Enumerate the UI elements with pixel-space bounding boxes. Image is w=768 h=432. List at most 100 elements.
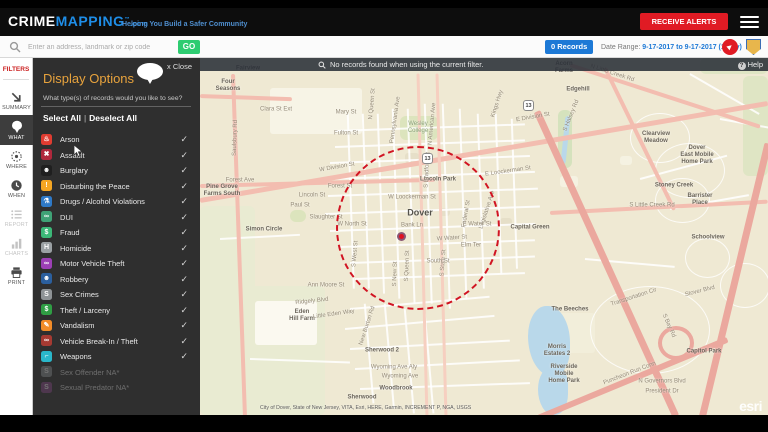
select-all-link[interactable]: Select All [43, 113, 81, 123]
weapons-icon: ⌐ [41, 351, 52, 362]
fraud-icon: $ [41, 227, 52, 238]
checkmark-icon: ✓ [180, 274, 188, 285]
map-label: Four Seasons [216, 79, 241, 93]
select-controls: Select All|Deselect All [43, 113, 137, 123]
share-icon[interactable]: ► [722, 39, 738, 55]
checkmark-icon: ✓ [180, 320, 188, 331]
esri-logo: esri [739, 398, 762, 414]
crime-row-vandalism[interactable]: ✎ Vandalism ✓ [33, 318, 200, 334]
close-panel-button[interactable]: x Close [167, 62, 192, 71]
no-records-message: No records found when using the current … [330, 58, 483, 71]
crime-row-weapons[interactable]: ⌐ Weapons ✓ [33, 349, 200, 365]
crime-row-dui[interactable]: ∞DUI✓ [33, 210, 200, 226]
checkmark-icon: ✓ [180, 243, 188, 254]
balloon-icon [0, 120, 33, 134]
balloon-icon [137, 63, 163, 83]
police-badge-icon[interactable] [746, 39, 761, 55]
sidebar-item-when[interactable]: WHEN [0, 174, 33, 203]
address-search-input[interactable] [26, 40, 166, 54]
homicide-icon: H [41, 242, 52, 253]
crime-label: Theft / Larceny [60, 306, 110, 315]
display-options-panel: x Close Display Options What type(s) of … [33, 58, 200, 415]
filters-heading: FILTERS [0, 58, 32, 73]
park-area [200, 206, 255, 301]
go-button[interactable]: GO [178, 40, 200, 54]
minor-street [404, 309, 415, 414]
map-label: Kings Hwy [490, 89, 506, 118]
checkmark-icon: ✓ [180, 305, 188, 316]
checkmark-icon: ✓ [180, 134, 188, 145]
crime-row-assault[interactable]: ✖Assault✓ [33, 148, 200, 164]
printer-icon [0, 266, 33, 279]
motor-vehicle-theft-icon: ∞ [41, 258, 52, 269]
map-attribution: City of Dover, State of New Jersey, VITA… [260, 405, 471, 411]
vandalism-icon: ✎ [41, 320, 52, 331]
minor-street [350, 340, 510, 350]
crimemapping-app: CRIMEMAPPING™.com Helping You Build a Sa… [0, 0, 768, 432]
vehicle-break-in-theft-icon: ∞ [41, 335, 52, 346]
map-canvas[interactable]: FairviewFour SeasonsAcorn FarmsEdgehillC… [200, 58, 768, 415]
sidebar-item-label: WHEN [0, 193, 33, 199]
sidebar-item-print[interactable]: PRINT [0, 261, 33, 290]
search-center-marker [397, 232, 406, 241]
sidebar-item-label: WHERE [0, 164, 33, 170]
crime-label: Sex Offender NA* [60, 368, 119, 377]
checkmark-icon: ✓ [180, 289, 188, 300]
deselect-all-link[interactable]: Deselect All [89, 113, 137, 123]
map-label: Paul St [290, 202, 309, 209]
crime-row-arson[interactable]: ♨Arson✓ [33, 132, 200, 148]
arrow-summary-icon [0, 91, 33, 104]
sidebar-item-label: CHARTS [0, 251, 33, 257]
receive-alerts-button[interactable]: RECEIVE ALERTS [640, 13, 728, 30]
crime-label: Vandalism [60, 321, 94, 330]
search-bar: GO 0 Records Date Range: 9-17-2017 to 9-… [0, 36, 768, 58]
sidebar-item-what[interactable]: WHAT [0, 115, 33, 145]
highway-shield: 13 [523, 100, 534, 111]
highway-ramp [658, 326, 694, 360]
search-icon [9, 41, 21, 53]
records-count-badge: 0 Records [545, 40, 593, 54]
crime-row-drugs-alcohol-violations[interactable]: ⚗Drugs / Alcohol Violations✓ [33, 194, 200, 210]
sidebar-item-summary[interactable]: SUMMARY [0, 86, 33, 115]
checkmark-icon: ✓ [180, 336, 188, 347]
help-link[interactable]: ?Help [738, 58, 763, 71]
crime-row-robbery[interactable]: ☻Robbery✓ [33, 272, 200, 288]
map-label: Lincoln St [299, 192, 325, 199]
assault-icon: ✖ [41, 149, 52, 160]
crime-row-disturbing-the-peace[interactable]: !Disturbing the Peace✓ [33, 179, 200, 195]
checkmark-icon: ✓ [180, 258, 188, 269]
app-header: CRIMEMAPPING™.com Helping You Build a Sa… [0, 8, 768, 36]
sidebar-item-report[interactable]: REPORT [0, 203, 33, 232]
crime-row-fraud[interactable]: $Fraud✓ [33, 225, 200, 241]
crime-label: Vehicle Break-In / Theft [60, 337, 138, 346]
sexual-predator-na-icon: S [41, 382, 52, 393]
crime-row-homicide[interactable]: H Homicide ✓ [33, 241, 200, 257]
checkmark-icon: ✓ [180, 150, 188, 161]
crime-row-sex-crimes[interactable]: SSex Crimes✓ [33, 287, 200, 303]
crime-row-burglary[interactable]: ☻Burglary✓ [33, 163, 200, 179]
menu-icon[interactable] [740, 16, 759, 28]
crime-label: DUI [60, 213, 73, 222]
minor-street [355, 359, 520, 369]
crime-label: Weapons [60, 352, 92, 361]
drugs-alcohol-violations-icon: ⚗ [41, 196, 52, 207]
sidebar-item-where[interactable]: WHERE [0, 145, 33, 174]
sex-crimes-icon: S [41, 289, 52, 300]
sex-offender-na-icon: S [41, 366, 52, 377]
date-range[interactable]: Date Range: 9-17-2017 to 9-17-2017 (1 Da… [601, 44, 742, 51]
crime-label: Robbery [60, 275, 88, 284]
checkmark-icon: ✓ [180, 351, 188, 362]
crime-row-sex-offender-na[interactable]: S Sex Offender NA* [33, 365, 200, 381]
crime-row-theft-larceny[interactable]: $Theft / Larceny✓ [33, 303, 200, 319]
mouse-cursor [73, 144, 83, 158]
crime-row-sexual-predator-na[interactable]: SSexual Predator NA* [33, 380, 200, 396]
crime-row-vehicle-break-in-theft[interactable]: ∞ Vehicle Break-In / Theft ✓ [33, 334, 200, 350]
crime-type-list: ♨Arson✓✖Assault✓☻Burglary✓!Disturbing th… [33, 132, 200, 396]
crime-row-motor-vehicle-theft[interactable]: ∞Motor Vehicle Theft✓ [33, 256, 200, 272]
crime-label: Homicide [60, 244, 91, 253]
sidebar-item-label: WHAT [0, 135, 33, 141]
checkmark-icon: ✓ [180, 165, 188, 176]
crime-label: Burglary [60, 166, 88, 175]
sidebar-item-charts[interactable]: CHARTS [0, 232, 33, 261]
checkmark-icon: ✓ [180, 196, 188, 207]
